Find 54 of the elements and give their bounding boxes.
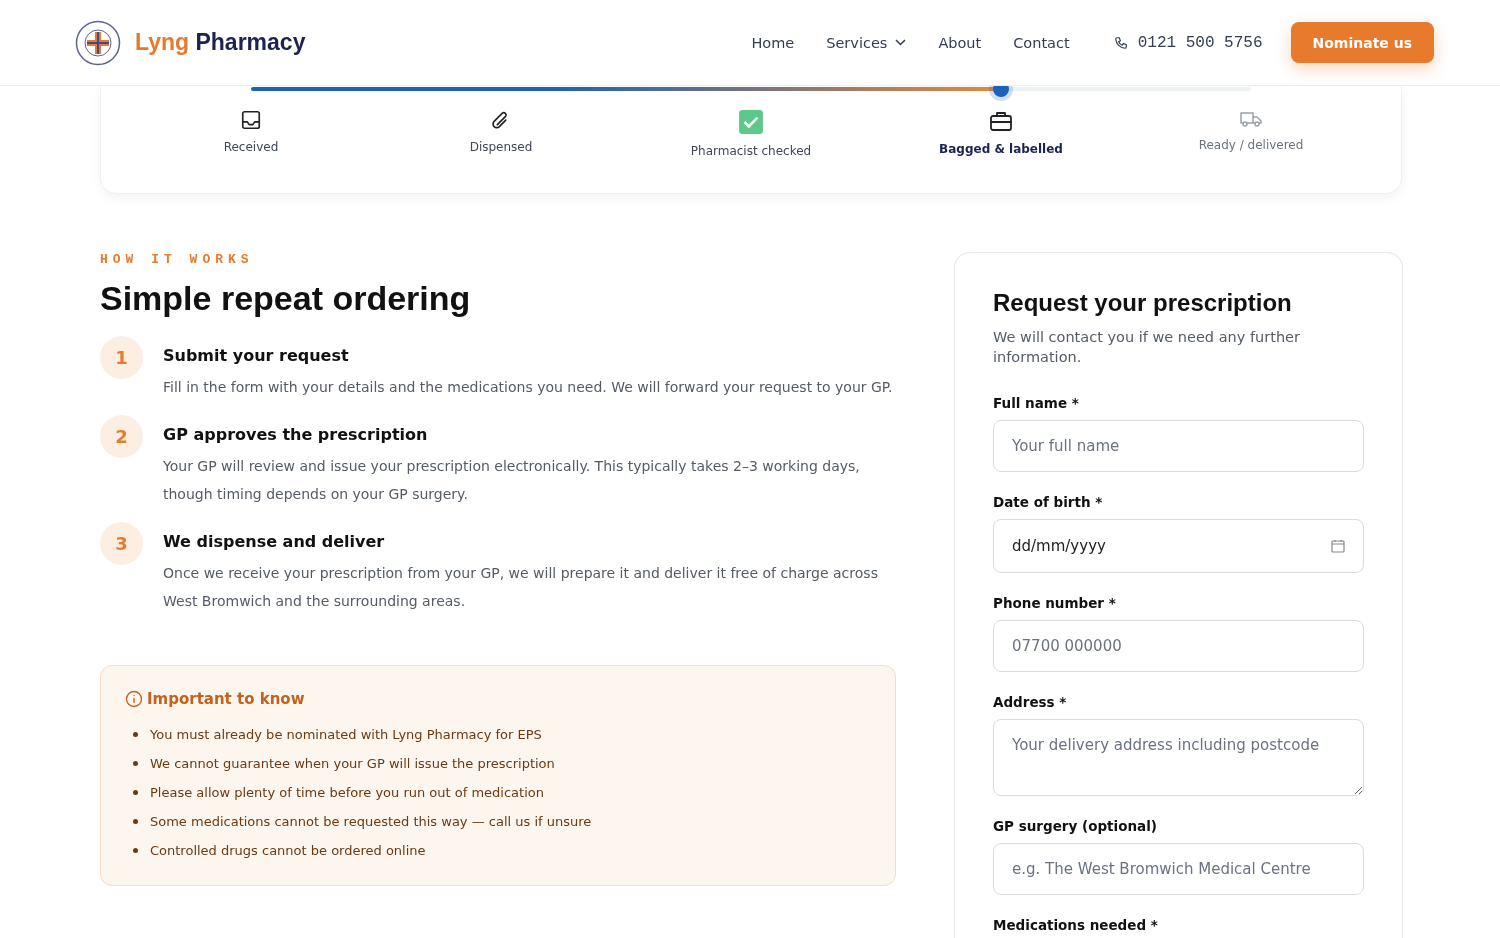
notice-title: Important to know bbox=[147, 690, 305, 708]
truck-icon bbox=[1239, 109, 1263, 129]
logo-icon bbox=[75, 19, 121, 66]
step-number: 1 bbox=[100, 336, 143, 379]
input-field[interactable]: e.g. The West Bromwich Medical Centre bbox=[993, 843, 1364, 895]
form-title: Request your prescription bbox=[993, 289, 1293, 317]
text-area[interactable]: Your delivery address including postcode bbox=[993, 719, 1364, 796]
bullet-icon bbox=[133, 732, 138, 737]
notice-item: Controlled drugs cannot be ordered online bbox=[150, 841, 426, 860]
step-number: 3 bbox=[100, 522, 143, 565]
section-title: Simple repeat ordering bbox=[100, 279, 472, 318]
notice-item: We cannot guarantee when your GP will issue the prescription bbox=[150, 754, 555, 773]
step-description: Once we receive your prescription from your GP, we will prepare it and deliver it free of charge across West Bromwich and the surrounding areas. bbox=[163, 564, 879, 611]
nav-link[interactable]: Home bbox=[751, 34, 795, 51]
calendar-icon bbox=[1331, 539, 1345, 553]
field-label: GP surgery (optional) bbox=[993, 818, 1158, 834]
field-label: Medications needed * bbox=[993, 917, 1159, 933]
field-label: Address * bbox=[993, 694, 1068, 710]
brand-name[interactable]: Lyng Pharmacy bbox=[135, 29, 306, 56]
checkbox-icon bbox=[738, 109, 764, 135]
bullet-icon bbox=[133, 790, 138, 795]
input-field[interactable]: Your full name bbox=[993, 420, 1364, 472]
nav-link[interactable]: Services bbox=[826, 34, 907, 51]
nav-link[interactable]: Contact bbox=[1013, 34, 1070, 51]
step-label: Bagged & labelled bbox=[939, 142, 1063, 156]
form-subtitle: We will contact you if we need any further information. bbox=[993, 328, 1301, 367]
notice-item: Some medications cannot be requested this way — call us if unsure bbox=[150, 812, 592, 831]
info-icon bbox=[125, 690, 143, 708]
step-description: Your GP will review and issue your prescription electronically. This typically takes 2–3 working days, though timing depends on your GP surgery. bbox=[163, 457, 861, 504]
briefcase-icon bbox=[988, 109, 1014, 133]
notice-item: Please allow plenty of time before you run out of medication bbox=[150, 783, 544, 802]
field-label: Phone number * bbox=[993, 595, 1117, 611]
step-label: Dispensed bbox=[469, 140, 533, 154]
phone-icon bbox=[1113, 35, 1128, 50]
step-label: Received bbox=[223, 140, 279, 154]
bullet-icon bbox=[133, 848, 138, 853]
step-number: 2 bbox=[100, 415, 143, 458]
bullet-icon bbox=[133, 761, 138, 766]
step-label: Pharmacist checked bbox=[690, 144, 812, 158]
step-title: GP approves the prescription bbox=[163, 425, 429, 444]
field-label: Date of birth * bbox=[993, 494, 1104, 510]
date-field[interactable]: dd/mm/yyyy bbox=[993, 519, 1364, 573]
step-title: Submit your request bbox=[163, 346, 350, 365]
nav-link[interactable]: About bbox=[938, 34, 982, 51]
field-label: Full name * bbox=[993, 395, 1080, 411]
step-description: Fill in the form with your details and the medications you need. We will forward your request to your GP. bbox=[163, 378, 893, 397]
inbox-icon bbox=[240, 109, 262, 131]
input-field[interactable]: 07700 000000 bbox=[993, 620, 1364, 672]
bullet-icon bbox=[133, 819, 138, 824]
step-label: Ready / delivered bbox=[1198, 138, 1304, 152]
phone-link[interactable]: 0121 500 5756 bbox=[1113, 33, 1263, 52]
section-eyebrow: HOW IT WORKS bbox=[100, 252, 255, 267]
step-title: We dispense and deliver bbox=[163, 532, 386, 551]
notice-item: You must already be nominated with Lyng Pharmacy for EPS bbox=[150, 725, 542, 744]
